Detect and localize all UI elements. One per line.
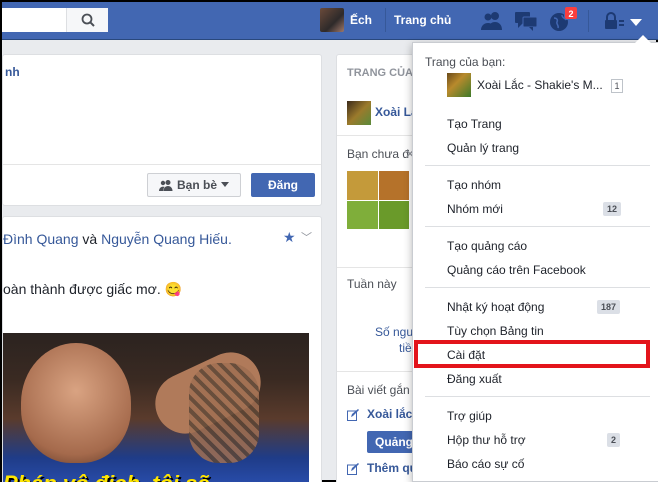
search-button[interactable] (66, 8, 108, 32)
settings-highlight-box (414, 340, 650, 368)
feed-story: Đình Quang và Nguyễn Quang Hiếu. ★ ﹀ oàn… (2, 216, 322, 482)
promote-button[interactable]: Quảng (367, 431, 417, 453)
story-text: oàn thành được giấc mơ. 😋 (3, 281, 183, 297)
menu-item-help[interactable]: Trợ giúp (447, 409, 492, 423)
notification-badge: 2 (564, 6, 578, 20)
composer-divider (3, 164, 321, 165)
menu-divider (425, 396, 650, 397)
menu-caret (635, 35, 651, 43)
menu-item-support-inbox[interactable]: Hộp thư hỗ trợ (447, 433, 526, 447)
composer-tab-label[interactable]: nh (5, 65, 20, 79)
nav-divider (588, 10, 589, 32)
menu-item-news-feed-preferences[interactable]: Tùy chọn Bảng tin (447, 324, 544, 338)
menu-item-create-group[interactable]: Tạo nhóm (447, 178, 501, 192)
audience-selector-button[interactable]: Bạn bè (147, 173, 241, 197)
menu-item-log-out[interactable]: Đăng xuất (447, 372, 502, 386)
audience-label: Bạn bè (176, 178, 217, 192)
menu-page-item[interactable]: Xoài Lắc - Shakie's M... (447, 73, 603, 97)
menu-divider (425, 226, 650, 227)
menu-item-activity-log[interactable]: Nhật ký hoạt động (447, 300, 544, 314)
page-notification-count: 1 (611, 79, 623, 93)
story-header: Đình Quang và Nguyễn Quang Hiếu. (3, 231, 232, 247)
posts-heading: Bài viết gắn (347, 383, 410, 397)
post-link[interactable]: Xoài lắc (367, 407, 412, 421)
edit-icon (347, 409, 359, 421)
caret-down-icon (221, 182, 229, 187)
post-button[interactable]: Đăng (251, 173, 315, 197)
account-menu-dropdown-icon[interactable] (628, 10, 644, 32)
activity-log-count: 187 (597, 300, 621, 314)
right-sidebar: TRANG CỦA Xoài Lắ Bạn chưa đ ✕ Tuần này … (336, 54, 418, 482)
support-inbox-count: 2 (607, 433, 621, 447)
names-joiner: và (78, 231, 102, 247)
friends-icon (158, 180, 173, 191)
more-link[interactable]: Thêm qu (367, 461, 417, 475)
menu-item-advertising[interactable]: Quảng cáo trên Facebook (447, 263, 586, 277)
divider (337, 371, 417, 372)
story-photo[interactable]: Pháp vô địch, tôi sẽ (3, 333, 309, 482)
week-stat-line[interactable]: tiề (399, 341, 412, 355)
tagged-friend-link[interactable]: Đình Quang (3, 231, 79, 247)
week-stat-line[interactable]: Số ngu (375, 325, 413, 339)
photo-tattoo (189, 363, 259, 463)
photo-caption: Pháp vô địch, tôi sẽ (3, 471, 210, 482)
your-pages-heading: TRANG CỦA (347, 67, 413, 79)
new-groups-count: 12 (603, 202, 622, 216)
avatar (320, 8, 344, 32)
menu-item-new-groups[interactable]: Nhóm mới (447, 202, 503, 216)
menu-item-manage-pages[interactable]: Quản lý trang (447, 141, 519, 155)
menu-divider (425, 287, 650, 288)
menu-item-create-ad[interactable]: Tạo quảng cáo (447, 239, 527, 253)
star-icon[interactable]: ★ (283, 229, 296, 246)
page-thumbnail[interactable] (347, 101, 371, 125)
divider (337, 267, 417, 268)
account-dropdown-menu: Trang của bạn: Xoài Lắc - Shakie's M... … (412, 35, 658, 482)
profile-link[interactable]: Ếch (320, 8, 372, 32)
page-name: Xoài Lắc - Shakie's M... (477, 78, 603, 92)
top-navigation-bar: Ếch Trang chủ 2 (2, 2, 658, 40)
post-composer: nh Bạn bè Đăng (2, 54, 322, 206)
divider (337, 135, 417, 136)
photo-face (21, 343, 131, 463)
search-icon (81, 13, 95, 27)
messages-icon[interactable] (514, 10, 538, 32)
chevron-down-icon[interactable]: ﹀ (301, 229, 312, 245)
profile-name: Ếch (350, 13, 373, 27)
your-pages-label: Trang của bạn: (425, 55, 506, 69)
food-photo-grid[interactable] (347, 171, 409, 229)
home-link[interactable]: Trang chủ (385, 8, 451, 32)
menu-item-report-problem[interactable]: Báo cáo sự cố (447, 457, 524, 471)
page-thumbnail (447, 73, 471, 97)
unseen-heading: Bạn chưa đ (347, 147, 410, 161)
friend-requests-icon[interactable] (480, 10, 504, 32)
menu-item-create-page[interactable]: Tạo Trang (447, 117, 502, 131)
tagged-friend-link[interactable]: Nguyễn Quang Hiếu. (101, 231, 232, 247)
this-week-heading: Tuần này (347, 277, 397, 291)
privacy-shortcuts-icon[interactable] (602, 10, 626, 32)
menu-divider (425, 165, 650, 166)
edit-icon (347, 463, 359, 475)
